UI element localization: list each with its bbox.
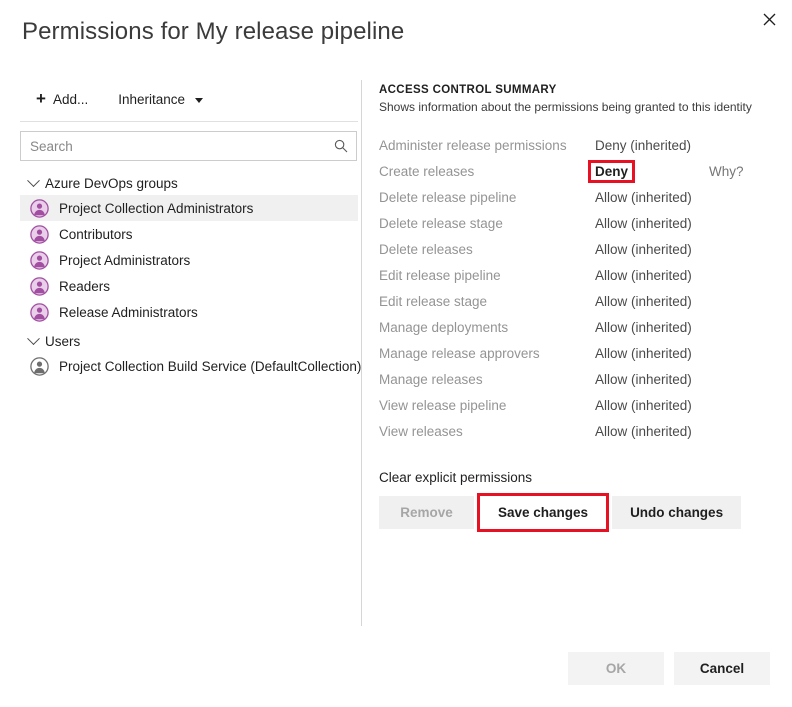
- permission-name: Administer release permissions: [379, 138, 591, 153]
- list-item-label: Readers: [59, 279, 110, 294]
- table-row: View release pipeline Allow (inherited): [379, 392, 759, 418]
- search-box[interactable]: [20, 131, 357, 161]
- chevron-down-icon: [27, 174, 40, 187]
- why-link[interactable]: Why?: [709, 164, 744, 179]
- table-row: Delete release stage Allow (inherited): [379, 210, 759, 236]
- table-row: Edit release stage Allow (inherited): [379, 288, 759, 314]
- group-avatar-icon: [30, 303, 49, 322]
- chevron-down-icon: [27, 332, 40, 345]
- permission-value[interactable]: Allow (inherited): [591, 293, 696, 310]
- permission-name: Manage release approvers: [379, 346, 591, 361]
- dialog-footer: OK Cancel: [568, 652, 770, 685]
- permission-name: Create releases: [379, 164, 591, 179]
- list-item-label: Project Administrators: [59, 253, 190, 268]
- search-icon[interactable]: [334, 139, 348, 153]
- identity-toolbar: + Add... Inheritance: [20, 82, 360, 116]
- group-avatar-icon: [30, 277, 49, 296]
- permission-name: Manage deployments: [379, 320, 591, 335]
- permission-value[interactable]: Allow (inherited): [591, 241, 696, 258]
- list-item-project-administrators[interactable]: Project Administrators: [20, 247, 358, 273]
- plus-icon: +: [36, 90, 46, 107]
- page-title: Permissions for My release pipeline: [22, 18, 404, 46]
- permission-value[interactable]: Deny (inherited): [591, 137, 695, 154]
- list-item-project-collection-build-service[interactable]: Project Collection Build Service (Defaul…: [20, 353, 358, 379]
- summary-subtitle: Shows information about the permissions …: [379, 99, 759, 115]
- list-item-label: Project Collection Build Service (Defaul…: [59, 359, 361, 374]
- inheritance-dropdown-button[interactable]: Inheritance: [114, 89, 207, 110]
- clear-explicit-permissions-label: Clear explicit permissions: [379, 470, 759, 485]
- permission-value[interactable]: Allow (inherited): [591, 397, 696, 414]
- table-row: Manage release approvers Allow (inherite…: [379, 340, 759, 366]
- add-identity-label: Add...: [53, 92, 88, 107]
- undo-changes-button[interactable]: Undo changes: [612, 496, 741, 529]
- add-identity-button[interactable]: + Add...: [32, 88, 92, 111]
- permission-value[interactable]: Allow (inherited): [591, 345, 696, 362]
- permission-value[interactable]: Allow (inherited): [591, 319, 696, 336]
- group-avatar-icon: [30, 199, 49, 218]
- list-item-project-collection-administrators[interactable]: Project Collection Administrators: [20, 195, 358, 221]
- chevron-down-icon: [195, 98, 203, 103]
- cancel-button[interactable]: Cancel: [674, 652, 770, 685]
- permission-name: View release pipeline: [379, 398, 591, 413]
- table-row: Administer release permissions Deny (inh…: [379, 132, 759, 158]
- list-item-label: Contributors: [59, 227, 133, 242]
- identity-tree: Azure DevOps groups Project Collection A…: [20, 171, 358, 379]
- table-row: Delete releases Allow (inherited): [379, 236, 759, 262]
- close-button[interactable]: [752, 3, 786, 35]
- group-avatar-icon: [30, 251, 49, 270]
- permission-name: View releases: [379, 424, 591, 439]
- group-avatar-icon: [30, 225, 49, 244]
- list-item-contributors[interactable]: Contributors: [20, 221, 358, 247]
- pane-divider: [361, 80, 362, 626]
- permission-value[interactable]: Allow (inherited): [591, 371, 696, 388]
- list-item-label: Project Collection Administrators: [59, 201, 253, 216]
- permission-value[interactable]: Allow (inherited): [591, 267, 696, 284]
- permission-actions: Remove Save changes Undo changes: [379, 496, 759, 529]
- tree-section-users[interactable]: Users: [20, 329, 358, 353]
- ok-button[interactable]: OK: [568, 652, 664, 685]
- summary-title: ACCESS CONTROL SUMMARY: [379, 82, 759, 98]
- table-row: Manage deployments Allow (inherited): [379, 314, 759, 340]
- table-row: Create releases Deny Why?: [379, 158, 759, 184]
- inheritance-label: Inheritance: [118, 92, 185, 107]
- user-avatar-icon: [30, 357, 49, 376]
- permission-name: Edit release stage: [379, 294, 591, 309]
- table-row: Edit release pipeline Allow (inherited): [379, 262, 759, 288]
- save-changes-button[interactable]: Save changes: [480, 496, 606, 529]
- tree-section-label: Users: [45, 334, 80, 349]
- list-item-label: Release Administrators: [59, 305, 198, 320]
- permission-value[interactable]: Allow (inherited): [591, 423, 696, 440]
- permission-value[interactable]: Allow (inherited): [591, 189, 696, 206]
- permission-value[interactable]: Allow (inherited): [591, 215, 696, 232]
- list-item-release-administrators[interactable]: Release Administrators: [20, 299, 358, 325]
- remove-button[interactable]: Remove: [379, 496, 474, 529]
- permission-name: Manage releases: [379, 372, 591, 387]
- access-control-summary-pane: ACCESS CONTROL SUMMARY Shows information…: [379, 82, 759, 529]
- permission-name: Delete release stage: [379, 216, 591, 231]
- close-icon: [763, 13, 776, 26]
- toolbar-divider: [20, 121, 358, 122]
- table-row: Manage releases Allow (inherited): [379, 366, 759, 392]
- permission-name: Delete release pipeline: [379, 190, 591, 205]
- identity-pane: + Add... Inheritance Azure DevOps groups: [20, 82, 360, 379]
- permission-name: Delete releases: [379, 242, 591, 257]
- permission-name: Edit release pipeline: [379, 268, 591, 283]
- permissions-dialog: Permissions for My release pipeline + Ad…: [0, 0, 792, 707]
- tree-section-label: Azure DevOps groups: [45, 176, 178, 191]
- permissions-list: Administer release permissions Deny (inh…: [379, 132, 759, 444]
- table-row: Delete release pipeline Allow (inherited…: [379, 184, 759, 210]
- permission-value[interactable]: Deny: [591, 163, 632, 180]
- table-row: View releases Allow (inherited): [379, 418, 759, 444]
- search-input[interactable]: [21, 132, 356, 160]
- list-item-readers[interactable]: Readers: [20, 273, 358, 299]
- tree-section-azure-devops-groups[interactable]: Azure DevOps groups: [20, 171, 358, 195]
